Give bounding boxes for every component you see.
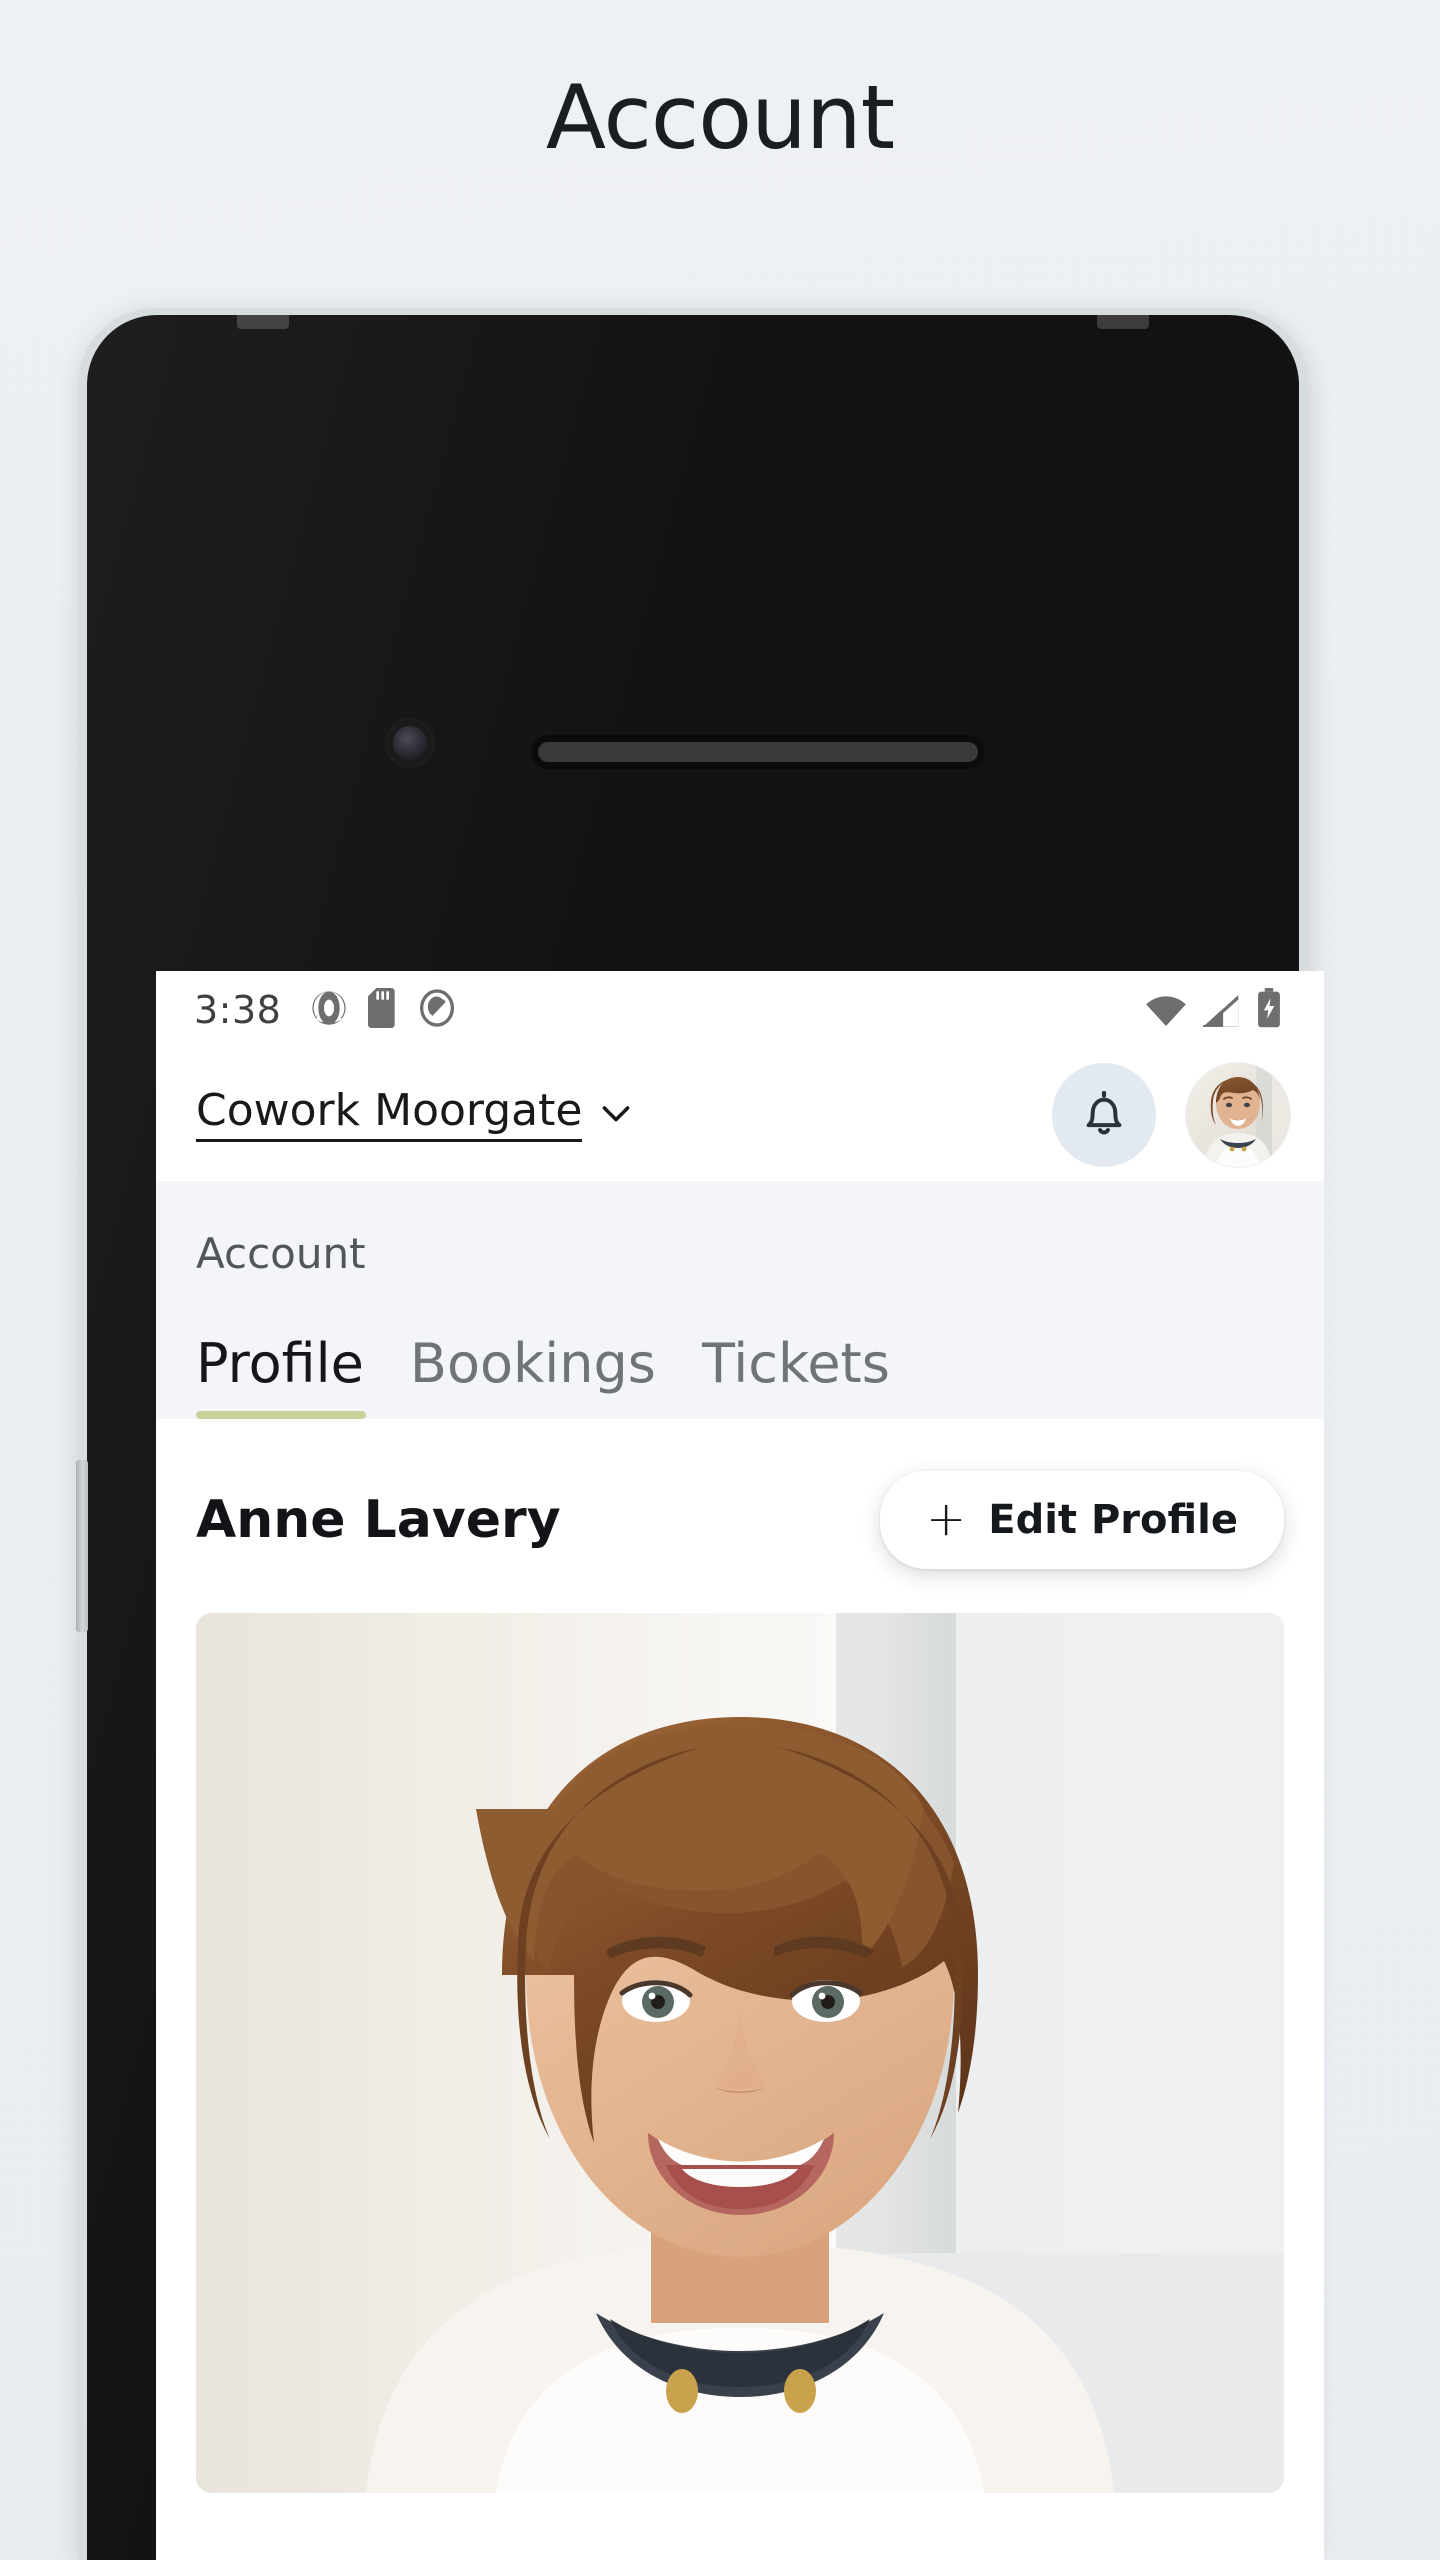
- battery-charging-icon: [1256, 987, 1282, 1033]
- sensor-nub-left: [237, 315, 289, 329]
- sync-icon: [417, 988, 457, 1033]
- profile-name: Anne Lavery: [196, 1490, 561, 1550]
- plus-icon: +: [926, 1491, 967, 1548]
- status-bar-time: 3:38: [194, 988, 282, 1032]
- edit-profile-button[interactable]: + Edit Profile: [880, 1471, 1284, 1569]
- venue-name: Cowork Moorgate: [196, 1087, 583, 1143]
- phone-screen: 3:38 Cowork Moorgate Account Profile Boo…: [156, 971, 1324, 2560]
- venue-selector[interactable]: Cowork Moorgate: [196, 1087, 636, 1143]
- tab-bookings[interactable]: Bookings: [410, 1332, 684, 1419]
- earpiece-speaker-icon: [538, 742, 978, 762]
- profile-header: Anne Lavery + Edit Profile: [156, 1419, 1324, 1599]
- volume-button[interactable]: [76, 1460, 88, 1632]
- edit-profile-label: Edit Profile: [988, 1497, 1238, 1543]
- user-avatar: [1186, 1063, 1290, 1167]
- front-camera-icon: [393, 726, 427, 760]
- tab-tickets[interactable]: Tickets: [702, 1332, 918, 1419]
- tab-bar: Profile Bookings Tickets: [156, 1278, 1324, 1419]
- profile-photo-image: [196, 1613, 1284, 2493]
- status-bar: 3:38: [156, 971, 1324, 1049]
- profile-photo-container: [156, 1599, 1324, 2493]
- section-label: Account: [196, 1229, 366, 1278]
- profile-photo[interactable]: [196, 1613, 1284, 2493]
- status-bar-notification-icons: [309, 987, 457, 1033]
- status-bar-system-icons: [1144, 987, 1282, 1033]
- wifi-icon: [1144, 994, 1188, 1033]
- sensor-nub-right: [1097, 315, 1149, 329]
- avatar[interactable]: [1186, 1063, 1290, 1167]
- chevron-down-icon: [596, 1093, 636, 1138]
- sd-card-icon: [367, 987, 399, 1033]
- tab-profile[interactable]: Profile: [196, 1332, 392, 1419]
- phone-mockup: 3:38 Cowork Moorgate Account Profile Boo…: [76, 308, 1368, 2560]
- cellular-signal-icon: [1202, 994, 1242, 1033]
- notifications-button[interactable]: [1052, 1063, 1156, 1167]
- app-notification-icon: [309, 988, 349, 1033]
- page-title: Account: [545, 66, 895, 169]
- account-section: Account Profile Bookings Tickets: [156, 1181, 1324, 1419]
- app-header: Cowork Moorgate: [156, 1049, 1324, 1181]
- bell-icon: [1076, 1085, 1132, 1146]
